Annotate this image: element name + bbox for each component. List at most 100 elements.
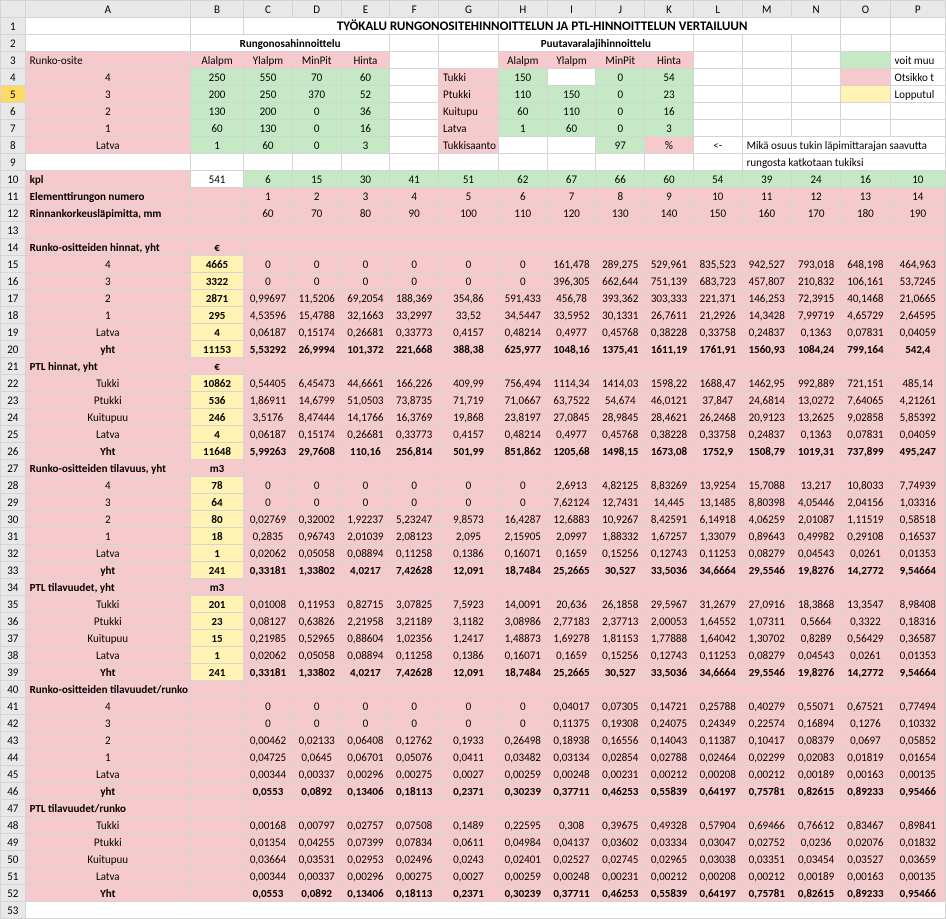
row-header[interactable]: 33 — [1, 562, 26, 579]
row-header[interactable]: 40 — [1, 681, 26, 698]
page-title[interactable]: TYÖKALU RUNGONOSITEHINNOITTELUN JA PTL-H… — [244, 18, 841, 35]
row-label[interactable]: Yht — [25, 443, 190, 460]
row-label[interactable]: Kuitupuu — [25, 409, 190, 426]
row-label[interactable]: Yht — [25, 664, 190, 681]
row-label[interactable]: 3 — [25, 494, 190, 511]
row-header[interactable]: 44 — [1, 749, 26, 766]
tukkisaanto-value[interactable]: 97 — [596, 137, 645, 154]
row-header[interactable]: 26 — [1, 443, 26, 460]
row-label[interactable]: Ptukki — [25, 834, 190, 851]
row-label[interactable]: Ptukki — [25, 392, 190, 409]
runko-row-name[interactable]: 3 — [25, 86, 190, 103]
row-header[interactable]: 52 — [1, 885, 26, 902]
sec-ro-tr[interactable]: Runko-ositteiden tilavuudet/runko — [25, 681, 190, 698]
elem-label[interactable]: Elementtirungon numero — [25, 188, 190, 205]
row-label[interactable]: yht — [25, 562, 190, 579]
row-label[interactable]: 3 — [25, 273, 190, 290]
row-header[interactable]: 13 — [1, 222, 26, 239]
rinn-label[interactable]: Rinnankorkeusläpimitta, mm — [25, 205, 190, 222]
row-label[interactable]: Tukki — [25, 375, 190, 392]
row-header[interactable]: 49 — [1, 834, 26, 851]
row-header[interactable]: 45 — [1, 766, 26, 783]
row-header[interactable]: 34 — [1, 579, 26, 596]
row-header[interactable]: 25 — [1, 426, 26, 443]
arrow-icon[interactable]: <- — [693, 137, 742, 154]
col-header[interactable]: C — [244, 1, 293, 18]
sec-ptl-til[interactable]: PTL tilavuudet, yht — [25, 579, 190, 596]
row-header[interactable]: 36 — [1, 613, 26, 630]
row-header[interactable]: 4 — [1, 69, 26, 86]
runko-row-name[interactable]: 2 — [25, 103, 190, 120]
col-header[interactable]: A — [25, 1, 190, 18]
row-header[interactable]: 14 — [1, 239, 26, 256]
row-label[interactable]: Yht — [25, 885, 190, 902]
row-header[interactable]: 3 — [1, 52, 26, 69]
row-label[interactable]: yht — [25, 341, 190, 358]
row-header[interactable]: 50 — [1, 851, 26, 868]
row-header[interactable]: 29 — [1, 494, 26, 511]
row-label[interactable]: Tukki — [25, 817, 190, 834]
section-right[interactable]: Puutavaralajihinnoittelu — [498, 35, 693, 52]
row-header[interactable]: 1 — [1, 18, 26, 35]
sec-ptl-hinnat[interactable]: PTL hinnat, yht — [25, 358, 190, 375]
note-lopput[interactable]: Lopputul — [890, 86, 945, 103]
row-label[interactable]: 4 — [25, 477, 190, 494]
row-label[interactable]: 3 — [25, 715, 190, 732]
row-label[interactable]: Latva — [25, 324, 190, 341]
row-header[interactable]: 28 — [1, 477, 26, 494]
col-header[interactable]: K — [645, 1, 694, 18]
col-header[interactable]: H — [498, 1, 547, 18]
row-header[interactable]: 10 — [1, 171, 26, 188]
row-label[interactable]: 1 — [25, 307, 190, 324]
row-label[interactable]: Tukki — [25, 596, 190, 613]
row-header[interactable]: 51 — [1, 868, 26, 885]
kpl-value[interactable]: 541 — [190, 171, 243, 188]
row-header[interactable]: 17 — [1, 290, 26, 307]
section-left[interactable]: Rungonosahinnoittelu — [190, 35, 389, 52]
row-label[interactable]: 4 — [25, 698, 190, 715]
row-header[interactable]: 22 — [1, 375, 26, 392]
row-header[interactable]: 11 — [1, 188, 26, 205]
tukkis-note[interactable]: Mikä osuus tukin läpimittarajan saavutta — [742, 137, 945, 154]
col-header[interactable]: D — [292, 1, 341, 18]
row-header[interactable]: 15 — [1, 256, 26, 273]
row-header[interactable]: 43 — [1, 732, 26, 749]
runko-row-name[interactable]: 1 — [25, 120, 190, 137]
row-header[interactable]: 21 — [1, 358, 26, 375]
row-header[interactable]: 31 — [1, 528, 26, 545]
col-header[interactable] — [1, 1, 26, 18]
row-label[interactable]: 2 — [25, 732, 190, 749]
row-label[interactable]: 2 — [25, 511, 190, 528]
col-header[interactable]: P — [890, 1, 945, 18]
col-header[interactable]: M — [742, 1, 791, 18]
row-header[interactable]: 9 — [1, 154, 26, 171]
row-header[interactable]: 12 — [1, 205, 26, 222]
row-header[interactable]: 47 — [1, 800, 26, 817]
row-header[interactable]: 32 — [1, 545, 26, 562]
row-label[interactable]: 1 — [25, 749, 190, 766]
row-header[interactable]: 5 — [1, 86, 26, 103]
row-header[interactable]: 39 — [1, 664, 26, 681]
spreadsheet-table[interactable]: ABCDEFGHIJKLMNOP1TYÖKALU RUNGONOSITEHINN… — [0, 0, 946, 919]
row-header[interactable]: 24 — [1, 409, 26, 426]
row-header[interactable]: 48 — [1, 817, 26, 834]
row-label[interactable]: 1 — [25, 528, 190, 545]
col-header[interactable]: N — [791, 1, 840, 18]
sec-ro-hinnat[interactable]: Runko-ositteiden hinnat, yht — [25, 239, 190, 256]
row-header[interactable]: 2 — [1, 35, 26, 52]
row-header[interactable]: 30 — [1, 511, 26, 528]
col-header[interactable]: I — [547, 1, 596, 18]
col-header[interactable]: B — [190, 1, 243, 18]
col-header[interactable]: L — [693, 1, 742, 18]
row-header[interactable]: 37 — [1, 630, 26, 647]
row-header[interactable]: 23 — [1, 392, 26, 409]
sec-ro-til[interactable]: Runko-ositteiden tilavuus, yht — [25, 460, 190, 477]
row-label[interactable]: 4 — [25, 256, 190, 273]
row-label[interactable]: Latva — [25, 545, 190, 562]
col-header[interactable]: F — [390, 1, 439, 18]
row-header[interactable]: 38 — [1, 647, 26, 664]
tukkisaanto-label[interactable]: Tukkisaanto — [439, 137, 499, 154]
col-header[interactable]: E — [341, 1, 390, 18]
row-header[interactable]: 53 — [1, 902, 26, 919]
row-header[interactable]: 46 — [1, 783, 26, 800]
